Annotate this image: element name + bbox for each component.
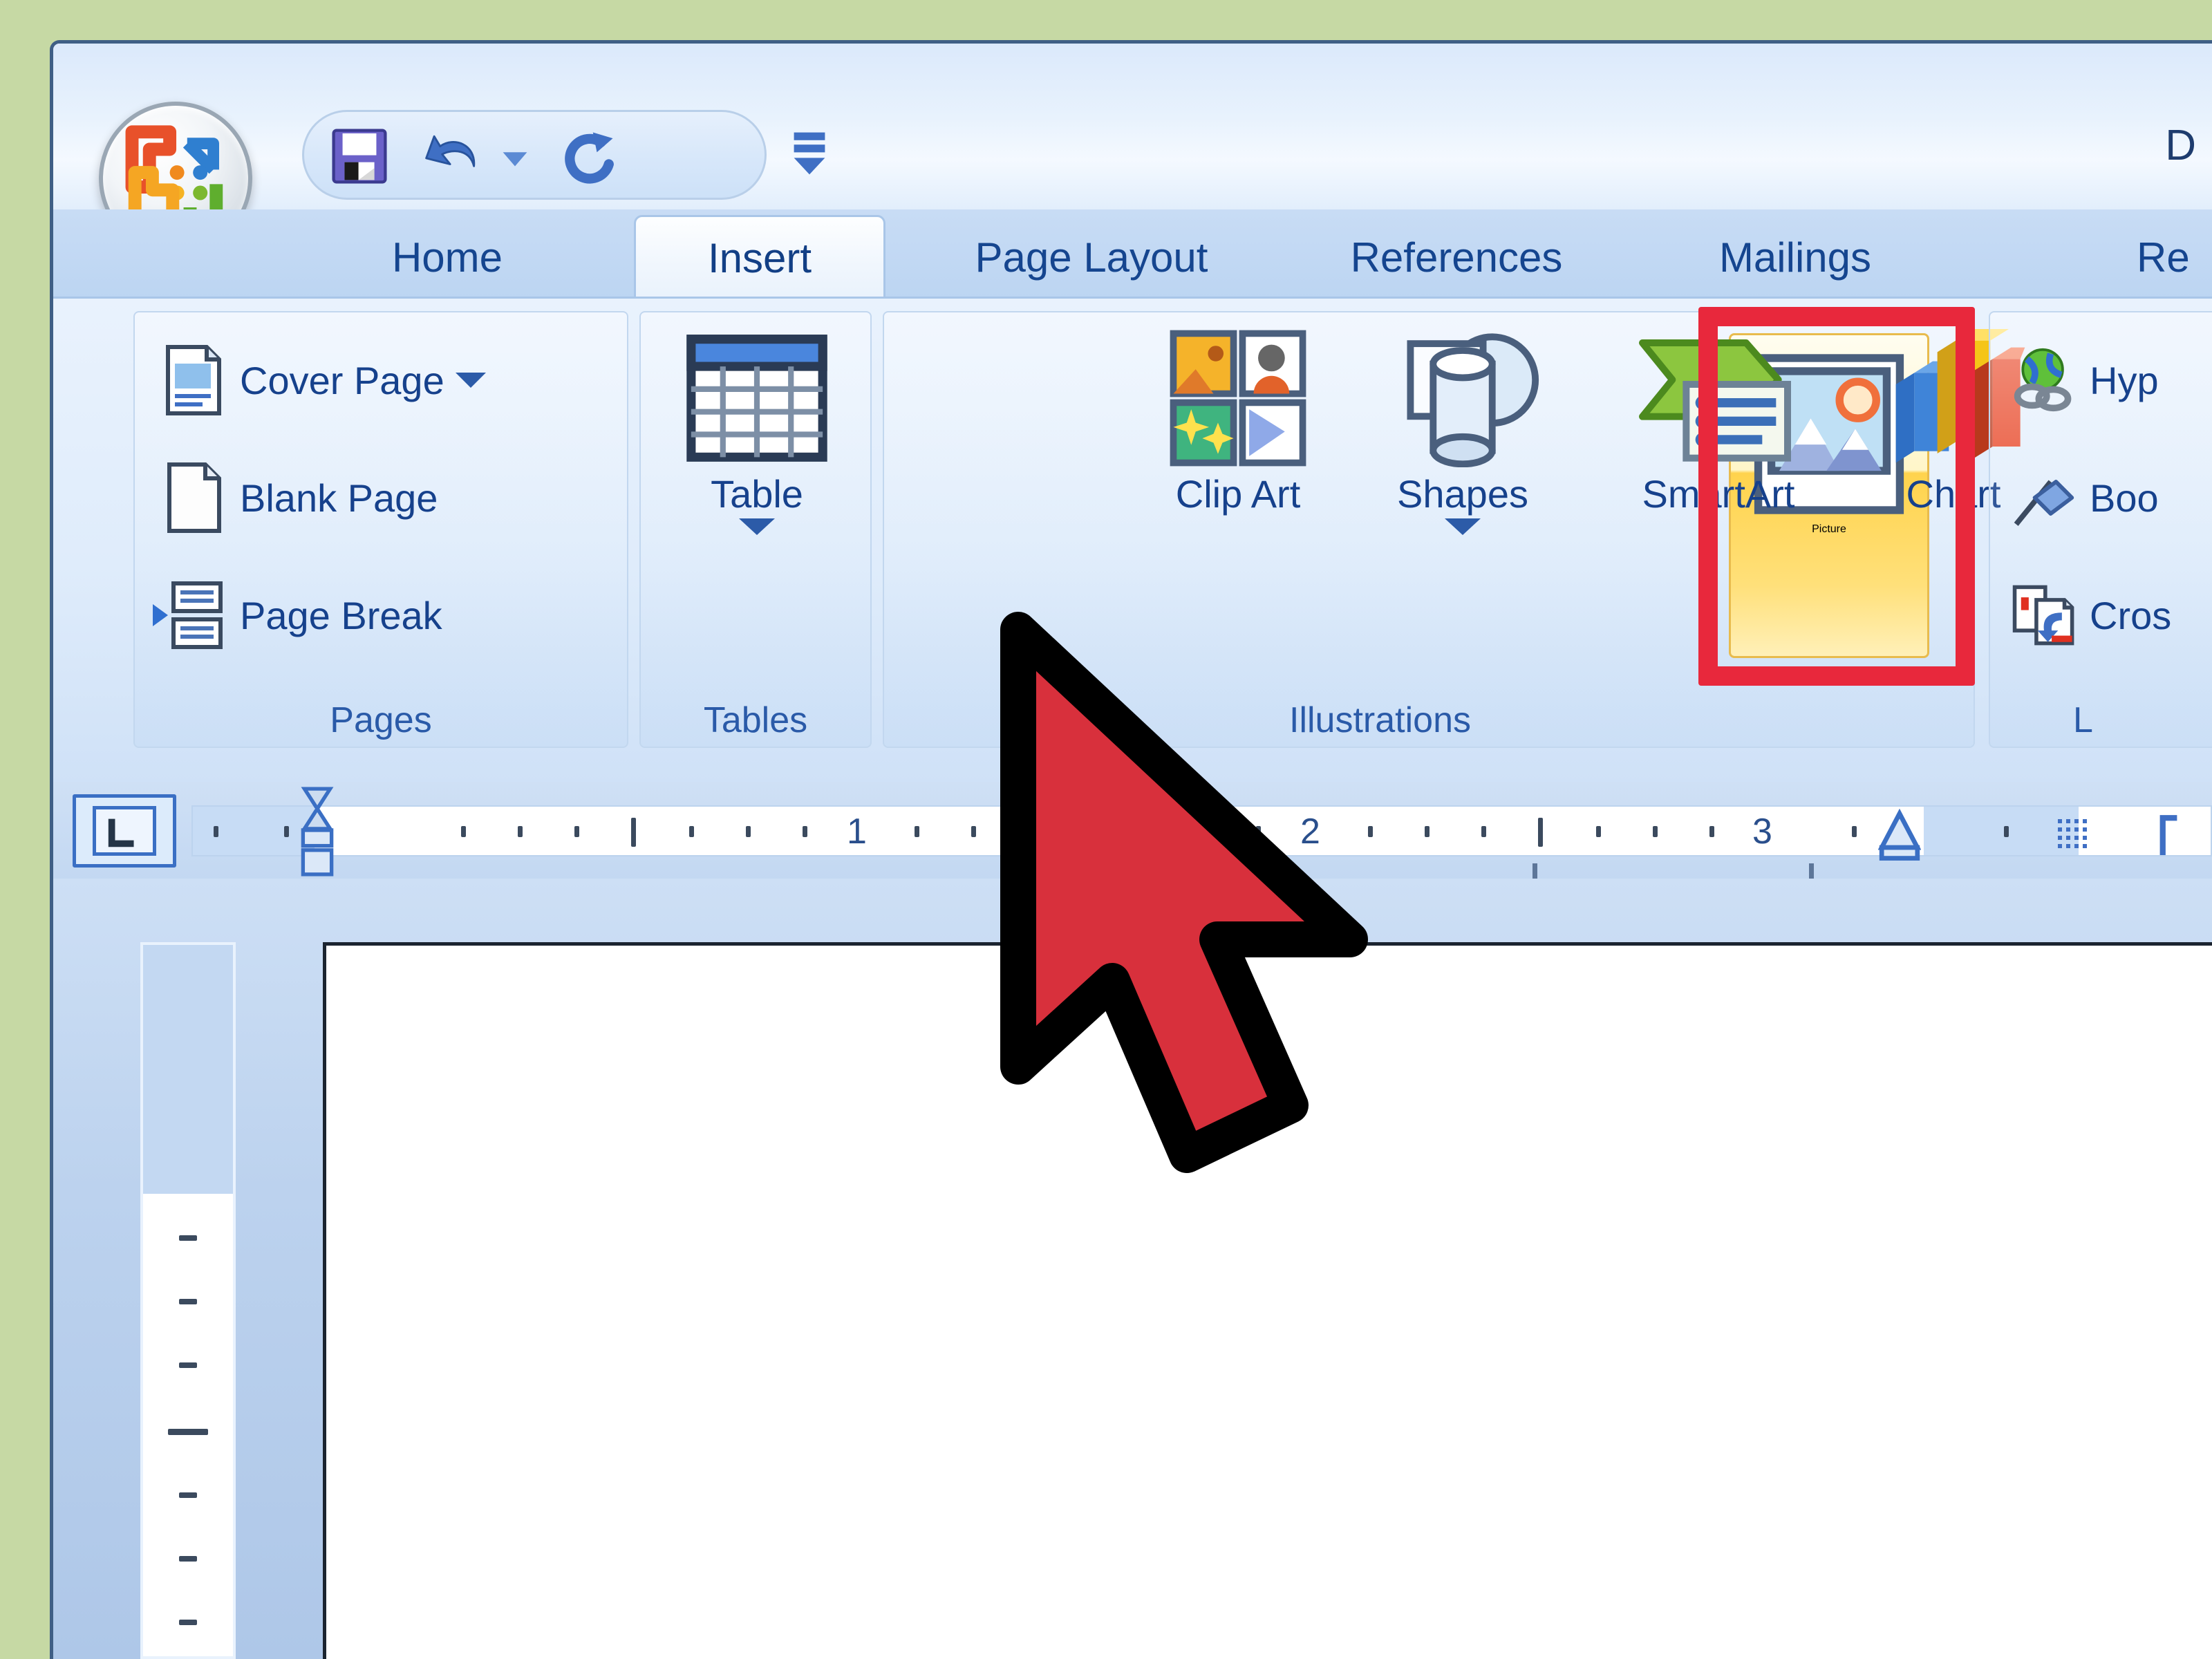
- clip-art-icon: [1169, 329, 1307, 467]
- bookmark-flag-icon: [2011, 462, 2077, 534]
- hyperlink-label: Hyp: [2090, 358, 2159, 402]
- chevron-down-icon: [739, 518, 775, 536]
- save-floppy-icon: [332, 129, 387, 184]
- blank-page-label: Blank Page: [240, 476, 438, 520]
- chevron-down-icon: [455, 373, 486, 388]
- ribbon-group-label-links: L: [2073, 700, 2093, 740]
- horizontal-ruler[interactable]: 1 2 3: [53, 782, 2212, 881]
- shapes-label: Shapes: [1397, 472, 1528, 516]
- tab-mailings[interactable]: Mailings: [1664, 215, 1927, 299]
- table-button[interactable]: Table: [641, 329, 873, 536]
- vertical-ruler-margin: [143, 945, 233, 1194]
- table-grid-icon: [684, 329, 830, 467]
- shapes-button[interactable]: Shapes: [1349, 329, 1577, 536]
- ribbon-group-tables: Table Tables: [639, 311, 872, 748]
- cover-page-icon: [161, 344, 227, 416]
- margin-bracket-icon: [2155, 812, 2182, 859]
- chevron-down-icon: [503, 152, 527, 167]
- ruler-number-2: 2: [1300, 812, 1320, 852]
- clip-art-button[interactable]: Clip Art: [1134, 329, 1342, 514]
- page-break-button[interactable]: Page Break: [150, 567, 442, 664]
- cross-reference-label: Cros: [2090, 593, 2172, 637]
- table-label: Table: [711, 472, 803, 516]
- indent-markers[interactable]: [295, 786, 339, 881]
- undo-button[interactable]: [420, 124, 484, 188]
- cross-reference-icon: [2011, 579, 2077, 651]
- ruler-number-1: 1: [847, 812, 867, 852]
- ribbon: Cover Page Blank Page Page Break Pages T…: [53, 297, 2212, 784]
- chevron-down-icon: [1445, 518, 1481, 536]
- ribbon-group-illustrations: Picture Clip Art Shapes SmartArt Chart I…: [883, 307, 2025, 748]
- customize-quick-access-toolbar-button[interactable]: [787, 128, 832, 182]
- undo-dropdown-button[interactable]: [495, 124, 535, 188]
- tab-review[interactable]: Re: [2113, 215, 2212, 299]
- bookmark-button[interactable]: Boo: [2011, 449, 2159, 546]
- ribbon-tab-strip: Home Insert Page Layout References Maili…: [53, 209, 2212, 299]
- ribbon-group-label-pages: Pages: [330, 700, 432, 740]
- document-title: D: [2165, 122, 2197, 169]
- left-tab-stop-icon: [108, 818, 134, 847]
- ribbon-group-links: Hyp Boo Cros L: [1989, 311, 2212, 748]
- cross-reference-button[interactable]: Cros: [2011, 567, 2171, 664]
- hyperlink-globe-icon: [2011, 344, 2077, 416]
- table-gridlines-icon: [2052, 816, 2091, 853]
- redo-arrow-icon: [565, 132, 614, 184]
- bookmark-label: Boo: [2090, 476, 2159, 520]
- tab-stop-selector-inner: [93, 806, 156, 856]
- quick-access-toolbar: [302, 110, 767, 200]
- ruler-number-3: 3: [1752, 812, 1772, 852]
- shapes-icon: [1383, 329, 1542, 468]
- ribbon-group-label-tables: Tables: [703, 700, 808, 740]
- word-application-window: D Home Insert Page Layout References Mai…: [50, 40, 2212, 1659]
- right-indent-marker[interactable]: [1877, 808, 1922, 865]
- ribbon-group-pages: Cover Page Blank Page Page Break Pages: [133, 311, 628, 748]
- tab-stop-selector-button[interactable]: [73, 794, 176, 868]
- chart-label: Chart: [1906, 472, 2001, 516]
- clip-art-label: Clip Art: [1175, 472, 1301, 516]
- title-bar: D: [53, 44, 2212, 255]
- smartart-label: SmartArt: [1642, 472, 1795, 516]
- document-area: [53, 879, 2212, 1659]
- cover-page-button[interactable]: Cover Page: [161, 332, 486, 429]
- smartart-button[interactable]: SmartArt: [1584, 329, 1853, 514]
- document-page[interactable]: [323, 942, 2212, 1659]
- undo-arrow-icon: [425, 135, 476, 167]
- picture-label: Picture: [1812, 523, 1846, 535]
- blank-page-icon: [161, 462, 227, 534]
- vertical-ruler[interactable]: [140, 942, 236, 1659]
- redo-button[interactable]: [557, 124, 621, 188]
- tab-insert[interactable]: Insert: [634, 215, 885, 299]
- page-break-icon: [150, 579, 227, 651]
- blank-page-button[interactable]: Blank Page: [161, 449, 438, 546]
- tab-references[interactable]: References: [1304, 215, 1609, 299]
- smartart-icon: [1632, 329, 1805, 467]
- save-button[interactable]: [328, 124, 391, 188]
- tab-home[interactable]: Home: [344, 215, 551, 299]
- cover-page-label: Cover Page: [240, 358, 444, 402]
- tab-page-layout[interactable]: Page Layout: [926, 215, 1257, 299]
- page-break-label: Page Break: [240, 593, 442, 637]
- hyperlink-button[interactable]: Hyp: [2011, 332, 2159, 429]
- customize-qat-icon: [794, 132, 825, 175]
